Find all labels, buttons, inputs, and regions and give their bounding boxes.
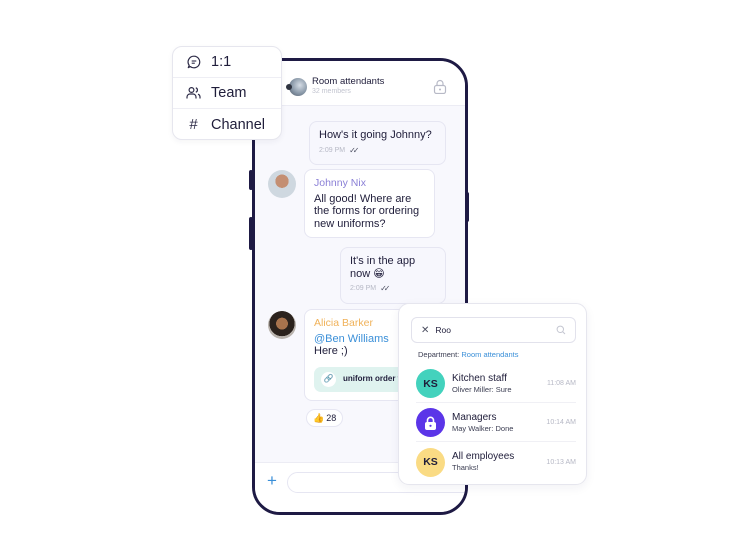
department-label: Department:: [418, 350, 460, 359]
sender-name: Johnny Nix: [314, 177, 366, 189]
message-time: 2:09 PM: [319, 146, 346, 154]
message-text: How's it going Johnny?: [319, 129, 432, 141]
search-query: Roo: [435, 325, 451, 335]
clear-search-icon[interactable]: ✕: [421, 325, 429, 336]
menu-item-label: 1:1: [211, 54, 232, 70]
search-result[interactable]: KS Kitchen staff Oliver Miller: Sure 11:…: [416, 365, 576, 403]
avatar-johnny[interactable]: [268, 170, 296, 198]
message-text: All good! Where are the forms for orderi…: [314, 192, 420, 230]
search-result[interactable]: KS All employees Thanks! 10:13 AM: [416, 443, 576, 481]
lock-icon: [425, 416, 436, 430]
message-bubble-outgoing: How's it going Johnny? 2:09 PM ✓✓: [309, 121, 446, 165]
menu-item-label: Channel: [211, 116, 266, 133]
group-avatar: KS: [416, 369, 445, 398]
paperclip-icon: 🔗: [321, 371, 336, 387]
avatar-alicia[interactable]: [268, 311, 296, 339]
lock-icon[interactable]: [433, 79, 447, 94]
search-input[interactable]: ✕ Roo: [411, 317, 576, 343]
read-check-icon: ✓✓: [349, 145, 360, 155]
add-attachment-button[interactable]: +: [267, 472, 277, 489]
result-time: 11:08 AM: [546, 380, 576, 387]
search-icon[interactable]: [556, 325, 566, 335]
result-subtitle: Thanks!: [452, 463, 479, 472]
result-title: Managers: [452, 411, 497, 423]
result-title: Kitchen staff: [452, 372, 507, 384]
result-subtitle: May Walker: Done: [452, 423, 514, 433]
thumbs-up-icon: 👍: [313, 412, 325, 423]
department-link[interactable]: Room attendants: [461, 350, 518, 359]
result-title: All employees: [452, 451, 515, 462]
result-subtitle: Oliver Miller: Sure: [452, 384, 512, 394]
message-time: 2:09 PM: [350, 285, 377, 292]
message-bubble-incoming: Johnny Nix All good! Where are the forms…: [304, 169, 435, 238]
member-count: 32 members: [312, 88, 351, 95]
room-avatar: [286, 78, 307, 96]
conversation-type-menu: 1:1 Team # Channel: [172, 46, 282, 140]
hash-icon: #: [189, 116, 198, 133]
chat-title: Room attendants: [312, 76, 385, 87]
users-icon: [186, 86, 201, 101]
read-check-icon: ✓✓: [380, 284, 391, 293]
group-avatar: [416, 408, 445, 437]
search-result[interactable]: Managers May Walker: Done 10:14 AM: [416, 404, 576, 442]
message-text: It's in the app now 😁: [350, 255, 416, 280]
result-time: 10:13 AM: [546, 458, 576, 466]
menu-item-label: Team: [211, 85, 247, 101]
group-avatar: KS: [416, 447, 445, 477]
chat-header: Room attendants 32 members: [255, 61, 465, 106]
reaction-count: 28: [326, 413, 337, 423]
chat-bubble-icon: [186, 55, 201, 70]
message-bubble-outgoing: It's in the app now 😁 2:09 PM ✓✓: [340, 247, 446, 304]
department-filter: Department: Room attendants: [418, 350, 519, 359]
result-time: 10:14 AM: [546, 419, 576, 426]
menu-item-channel[interactable]: # Channel: [173, 109, 281, 140]
search-panel: ✕ Roo Department: Room attendants KS Kit…: [398, 303, 587, 485]
menu-item-one-to-one[interactable]: 1:1: [173, 47, 281, 78]
menu-item-team[interactable]: Team: [173, 78, 281, 109]
reaction-badge[interactable]: 👍 28: [306, 409, 344, 427]
